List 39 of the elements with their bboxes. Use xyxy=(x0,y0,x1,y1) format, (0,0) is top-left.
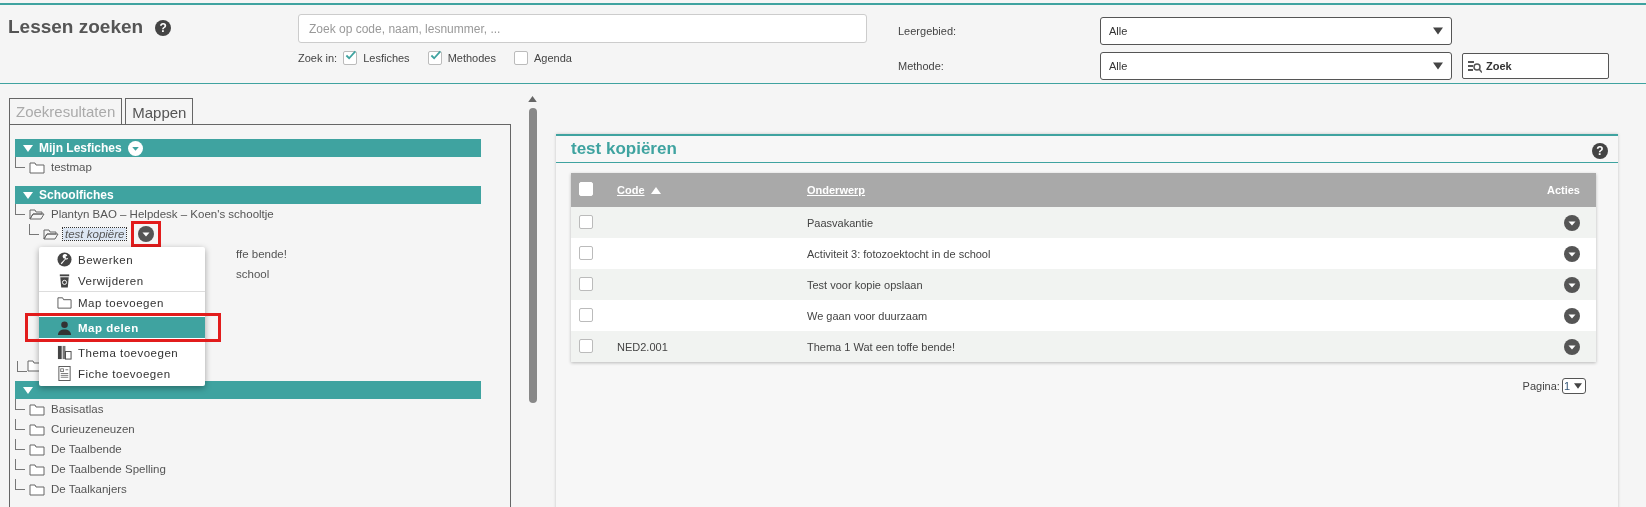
column-header: Acties xyxy=(1545,184,1581,196)
tree-item[interactable]: De Taalkanjers xyxy=(49,483,129,495)
tree-item[interactable]: De Taalbende xyxy=(49,443,124,455)
filter-label: Methode: xyxy=(898,60,945,72)
folder-title: test kopiëren xyxy=(571,139,677,159)
dropdown-field[interactable]: Alle xyxy=(1100,17,1452,45)
search-field[interactable]: Zoek op code, naam, lesnummer, ... xyxy=(298,14,867,43)
tab[interactable]: Mappen xyxy=(125,98,194,125)
menu-item[interactable]: Map toevoegen xyxy=(39,291,205,313)
page-title: Lessen zoeken xyxy=(8,16,144,38)
menu-item[interactable]: Bewerken xyxy=(39,249,205,270)
table-cell: NED2.001 xyxy=(617,340,668,353)
checkbox-label: Agenda xyxy=(533,52,572,64)
search-in-label: Zoek in: xyxy=(298,52,338,64)
pagination-label: Pagina: xyxy=(1522,380,1560,392)
menu-item[interactable]: Verwijderen xyxy=(39,270,205,291)
filter-label: Leergebied: xyxy=(898,25,958,37)
checkbox-label: Methodes xyxy=(447,52,496,64)
page-dropdown[interactable]: 1 xyxy=(1561,378,1586,394)
table-cell: Thema 1 Wat een toffe bende! xyxy=(807,340,955,353)
tree-item[interactable]: Basisatlas xyxy=(49,403,106,415)
tree-item[interactable]: Plantyn BAO – Helpdesk – Koen's schooltje xyxy=(49,208,276,220)
checkbox-label: Lesfiches xyxy=(363,52,410,64)
tree-item[interactable]: De Taalbende Spelling xyxy=(49,463,168,475)
table-cell: We gaan voor duurzaam xyxy=(807,309,928,322)
dropdown-field[interactable]: Alle xyxy=(1100,52,1452,80)
tree-item[interactable]: school xyxy=(236,268,270,280)
table-cell: Activiteit 3: fotozoektocht in de school xyxy=(807,247,991,260)
menu-item[interactable]: Fiche toevoegen xyxy=(39,363,205,384)
tree-item[interactable]: ffe bende! xyxy=(236,248,287,260)
help-icon[interactable]: ? xyxy=(1592,143,1608,159)
table-cell: Test voor kopie opslaan xyxy=(807,278,923,291)
search-button[interactable]: Zoek xyxy=(1462,53,1609,79)
tree-item[interactable]: Curieuzeneuzen xyxy=(49,423,137,435)
table-cell: Paasvakantie xyxy=(807,216,874,229)
tree-item[interactable]: testmap xyxy=(49,161,94,173)
help-icon[interactable]: ? xyxy=(155,20,172,36)
menu-item[interactable]: Thema toevoegen xyxy=(39,342,205,363)
tree-item[interactable]: test kopiëre xyxy=(63,228,127,240)
